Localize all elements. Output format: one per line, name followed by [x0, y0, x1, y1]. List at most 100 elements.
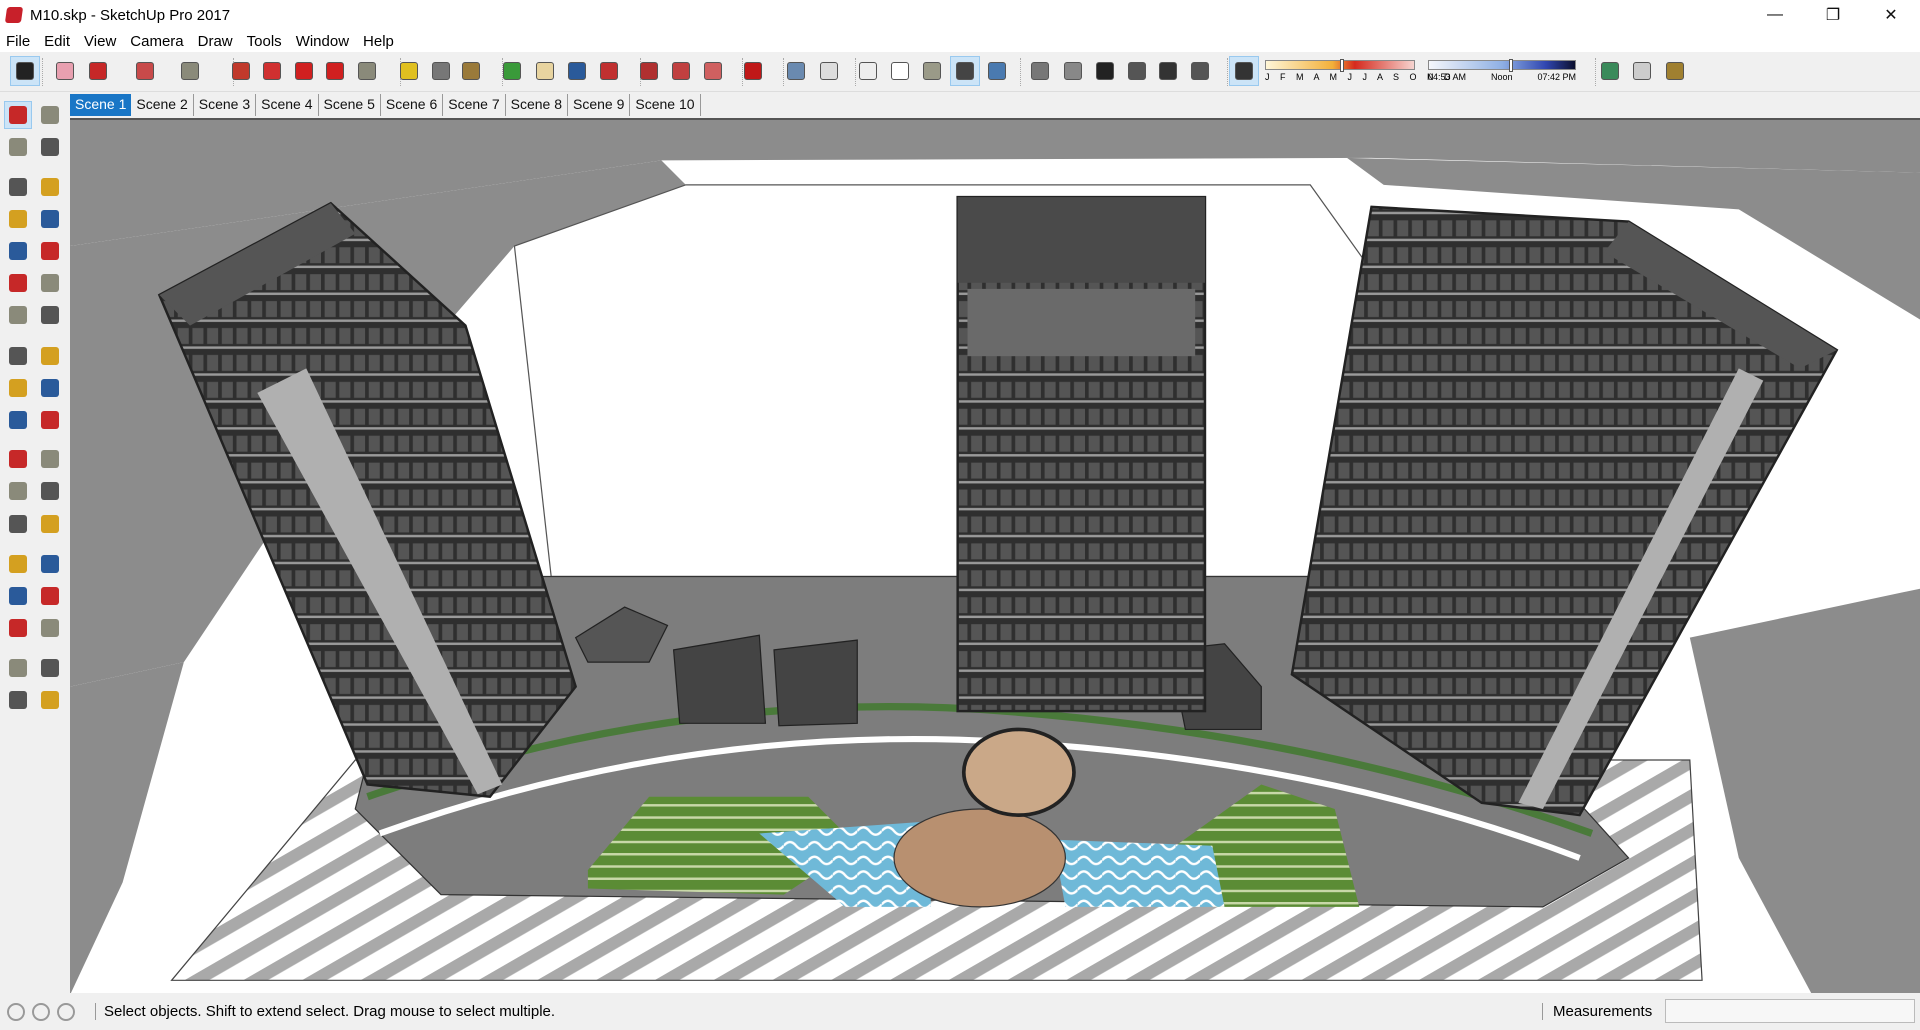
position-camera-tool-button[interactable]: [4, 654, 32, 682]
rotated-rectangle-tool-button[interactable]: [36, 205, 64, 233]
shadow-time-track[interactable]: [1428, 59, 1576, 72]
orbit-tool-button[interactable]: [4, 550, 32, 578]
scene-tab-4[interactable]: Scene 4: [256, 94, 319, 116]
monochrome-button[interactable]: [982, 56, 1012, 86]
previous-view-tool-button[interactable]: [36, 614, 64, 642]
axes-tool-button[interactable]: [4, 510, 32, 538]
menu-draw[interactable]: Draw: [198, 33, 233, 50]
menu-tools[interactable]: Tools: [247, 33, 282, 50]
zoom-extents-button[interactable]: [594, 56, 624, 86]
iso-view-button[interactable]: [1025, 56, 1055, 86]
orbit-button[interactable]: [497, 56, 527, 86]
minimize-button[interactable]: —: [1746, 0, 1804, 30]
hidden-line-button[interactable]: [885, 56, 915, 86]
wireframe-button[interactable]: [853, 56, 883, 86]
extension-warehouse-button[interactable]: [666, 56, 696, 86]
shadow-time-slider[interactable]: 04:53 AM Noon 07:42 PM: [1428, 59, 1576, 88]
3d-viewport[interactable]: [70, 118, 1920, 995]
menu-help[interactable]: Help: [363, 33, 394, 50]
push-pull-tool-button[interactable]: [36, 342, 64, 370]
shadow-date-track[interactable]: [1265, 59, 1415, 72]
user-account-icon[interactable]: [57, 1002, 75, 1021]
eraser-tool-button[interactable]: [36, 133, 64, 161]
left-view-button[interactable]: [1185, 56, 1215, 86]
paint-bucket-button[interactable]: [456, 56, 486, 86]
scale-tool-button[interactable]: [4, 406, 32, 434]
scene-tab-10[interactable]: Scene 10: [630, 94, 701, 116]
scene-tab-3[interactable]: Scene 3: [194, 94, 257, 116]
geolocation-icon[interactable]: [7, 1002, 25, 1021]
zoom-tool-button[interactable]: [4, 582, 32, 610]
select-tool-button[interactable]: [4, 101, 32, 129]
rectangle-button[interactable]: [175, 56, 205, 86]
scene-tab-8[interactable]: Scene 8: [506, 94, 568, 116]
eraser-button[interactable]: [50, 56, 80, 86]
text-tool-button[interactable]: [36, 477, 64, 505]
follow-me-button[interactable]: [257, 56, 287, 86]
model-scene[interactable]: [70, 120, 1920, 995]
back-view-button[interactable]: [1153, 56, 1183, 86]
paint-bucket-tool-button[interactable]: [4, 133, 32, 161]
zoom-extents-tool-button[interactable]: [4, 614, 32, 642]
move-tool-button[interactable]: [4, 342, 32, 370]
right-view-button[interactable]: [1122, 56, 1152, 86]
polygon-tool-button[interactable]: [36, 237, 64, 265]
component-tool-button[interactable]: [36, 101, 64, 129]
look-around-tool-button[interactable]: [36, 654, 64, 682]
circle-tool-button[interactable]: [4, 237, 32, 265]
walk-tool-button[interactable]: [4, 686, 32, 714]
send-to-layout-button[interactable]: [698, 56, 728, 86]
tape-measure-button[interactable]: [394, 56, 424, 86]
text-button[interactable]: [426, 56, 456, 86]
rotate-tool-button[interactable]: [4, 374, 32, 402]
close-button[interactable]: ✕: [1862, 0, 1920, 30]
freehand-tool-button[interactable]: [36, 173, 64, 201]
scene-tab-6[interactable]: Scene 6: [381, 94, 444, 116]
line-tool-button[interactable]: [4, 173, 32, 201]
xray-button[interactable]: [781, 56, 811, 86]
maximize-button[interactable]: ❐: [1804, 0, 1862, 30]
extension-manager-button[interactable]: [738, 56, 768, 86]
3d-text-tool-button[interactable]: [36, 510, 64, 538]
shaded-button[interactable]: [917, 56, 947, 86]
dimension-tool-button[interactable]: [36, 445, 64, 473]
pie-tool-button[interactable]: [36, 301, 64, 329]
scene-tab-2[interactable]: Scene 2: [131, 94, 194, 116]
scene-tab-1[interactable]: Scene 1: [70, 94, 132, 116]
shadow-date-slider[interactable]: J F M A M J J A S O N D: [1265, 59, 1451, 88]
menu-camera[interactable]: Camera: [130, 33, 183, 50]
pan-button[interactable]: [530, 56, 560, 86]
measurements-input[interactable]: [1665, 999, 1915, 1023]
arc-button[interactable]: [130, 56, 160, 86]
scene-tab-7[interactable]: Scene 7: [443, 94, 506, 116]
menu-edit[interactable]: Edit: [44, 33, 70, 50]
zoom-button[interactable]: [562, 56, 592, 86]
shadow-slider-thumb[interactable]: [1340, 59, 1344, 72]
3d-warehouse-button[interactable]: [634, 56, 664, 86]
scale-button[interactable]: [352, 56, 382, 86]
scene-tab-9[interactable]: Scene 9: [568, 94, 631, 116]
two-point-arc-tool-button[interactable]: [36, 269, 64, 297]
select-button[interactable]: [10, 56, 40, 86]
back-edges-button[interactable]: [814, 56, 844, 86]
add-location-button[interactable]: [1595, 56, 1625, 86]
pan-tool-button[interactable]: [36, 550, 64, 578]
zoom-window-tool-button[interactable]: [36, 582, 64, 610]
rotate-button[interactable]: [320, 56, 350, 86]
tape-measure-tool-button[interactable]: [4, 445, 32, 473]
protractor-tool-button[interactable]: [4, 477, 32, 505]
scene-tab-5[interactable]: Scene 5: [319, 94, 381, 116]
section-plane-tool-button[interactable]: [36, 686, 64, 714]
arc-tool-button[interactable]: [4, 269, 32, 297]
menu-file[interactable]: File: [6, 33, 30, 50]
toggle-terrain-button[interactable]: [1627, 56, 1657, 86]
shadows-toggle-button[interactable]: [1229, 56, 1259, 86]
menu-window[interactable]: Window: [296, 33, 349, 50]
follow-me-tool-button[interactable]: [36, 374, 64, 402]
three-point-arc-tool-button[interactable]: [4, 301, 32, 329]
offset-tool-button[interactable]: [36, 406, 64, 434]
pencil-button[interactable]: [83, 56, 113, 86]
shaded-textures-button[interactable]: [950, 56, 980, 86]
front-view-button[interactable]: [1090, 56, 1120, 86]
credits-icon[interactable]: [32, 1002, 50, 1021]
